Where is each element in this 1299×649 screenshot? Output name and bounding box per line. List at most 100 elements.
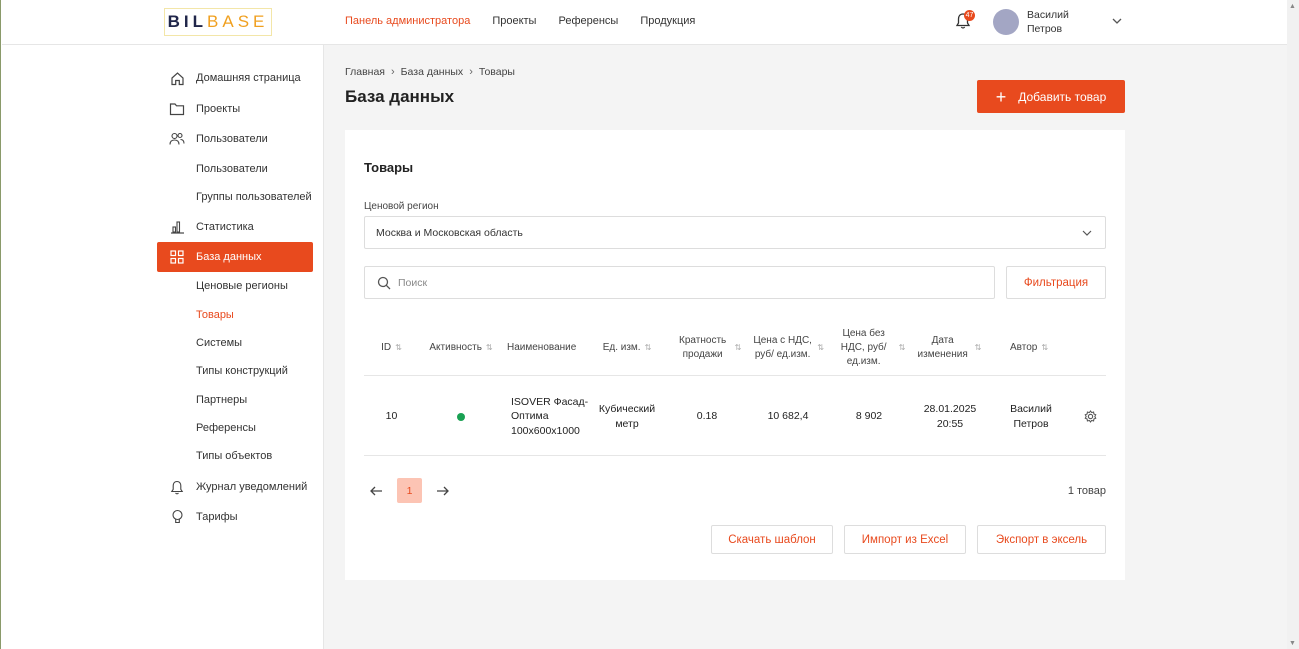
logo[interactable]: BIL BASE bbox=[164, 8, 272, 36]
sidebar-item-label: Типы конструкций bbox=[196, 365, 288, 377]
column-header-author[interactable]: Автор ⇅ bbox=[994, 320, 1064, 376]
bell-icon bbox=[169, 479, 185, 495]
logo-part1: BIL bbox=[167, 12, 208, 31]
region-value: Москва и Московская область bbox=[376, 226, 523, 239]
cell-price-no-vat: 8 902 bbox=[855, 410, 883, 423]
sidebar-item-tariffs[interactable]: Тарифы bbox=[157, 503, 313, 531]
column-header-activity[interactable]: Активность ⇅ bbox=[422, 320, 500, 376]
sort-icon: ⇅ bbox=[898, 343, 906, 352]
region-select[interactable]: Москва и Московская область bbox=[364, 216, 1106, 249]
sidebar-item-notification-log[interactable]: Журнал уведомлений bbox=[157, 473, 313, 501]
filter-button[interactable]: Фильтрация bbox=[1006, 266, 1106, 299]
sidebar-item-database[interactable]: База данных bbox=[157, 242, 313, 272]
column-header-id[interactable]: ID ⇅ bbox=[364, 320, 419, 376]
cell-name: ISOVER Фасад-Оптима 100x600x1000 bbox=[511, 395, 589, 437]
sidebar-item-label: Тарифы bbox=[196, 511, 238, 523]
sidebar-subitem-user-groups[interactable]: Группы пользователей bbox=[157, 183, 313, 211]
sidebar-item-label: Товары bbox=[196, 309, 234, 321]
sidebar: Домашняя страница Проекты Пользователи П… bbox=[2, 45, 324, 649]
download-template-button[interactable]: Скачать шаблон bbox=[711, 525, 833, 554]
import-excel-button[interactable]: Импорт из Excel bbox=[844, 525, 966, 554]
sidebar-subitem-construction-types[interactable]: Типы конструкций bbox=[157, 357, 313, 385]
items-count: 1 товар bbox=[1067, 485, 1106, 497]
nav-projects[interactable]: Проекты bbox=[492, 15, 536, 27]
column-label: Автор bbox=[1009, 342, 1038, 353]
arrow-right-icon bbox=[437, 486, 449, 495]
chevron-right-icon: › bbox=[469, 66, 473, 78]
nav-products[interactable]: Продукция bbox=[640, 15, 695, 27]
sidebar-subitem-object-types[interactable]: Типы объектов bbox=[157, 442, 313, 470]
app-window: BIL BASE Панель администратора Проекты Ре… bbox=[0, 0, 1288, 649]
column-header-multiplicity[interactable]: Кратность продажи ⇅ bbox=[672, 320, 744, 376]
sort-icon: ⇅ bbox=[1041, 343, 1049, 352]
table-header: ID ⇅ Активность ⇅ Наименование Ед. изм. ⇅ К… bbox=[364, 320, 1106, 376]
column-label: Цена без НДС, руб/ ед.изм. bbox=[840, 328, 887, 367]
add-product-button[interactable]: + Добавить товар bbox=[977, 80, 1125, 113]
sidebar-subitem-price-regions[interactable]: Ценовые регионы bbox=[157, 272, 313, 300]
column-label: Дата изменения bbox=[917, 335, 968, 360]
user-first-name: Василий bbox=[1027, 9, 1069, 21]
search-icon bbox=[377, 276, 391, 289]
column-label: Цена с НДС, руб/ ед.изм. bbox=[753, 335, 812, 360]
vertical-scrollbar[interactable]: ▲ ▼ bbox=[1287, 0, 1299, 649]
search-input[interactable]: Поиск bbox=[364, 266, 995, 299]
row-settings-button[interactable] bbox=[1074, 377, 1106, 456]
prev-page-button[interactable] bbox=[364, 479, 388, 503]
column-label: Кратность продажи bbox=[679, 335, 727, 360]
table-row[interactable]: 10 ISOVER Фасад-Оптима 100x600x1000 Куби… bbox=[364, 377, 1106, 456]
page-title: База данных bbox=[345, 87, 455, 106]
top-bar: BIL BASE Панель администратора Проекты Ре… bbox=[2, 0, 1288, 45]
lightbulb-icon bbox=[169, 509, 185, 525]
nav-admin-panel[interactable]: Панель администратора bbox=[345, 15, 470, 27]
breadcrumb-products: Товары bbox=[478, 66, 515, 78]
sidebar-item-label: Статистика bbox=[196, 221, 254, 233]
avatar[interactable] bbox=[993, 9, 1019, 35]
sidebar-item-projects[interactable]: Проекты bbox=[157, 95, 313, 123]
cell-activity bbox=[422, 377, 500, 456]
cell-multiplicity: 0.18 bbox=[696, 410, 718, 423]
sidebar-item-label: Системы bbox=[196, 337, 243, 349]
scroll-down-icon[interactable]: ▼ bbox=[1289, 640, 1296, 647]
sidebar-item-statistics[interactable]: Статистика bbox=[157, 213, 313, 241]
logo-part2: BASE bbox=[207, 12, 269, 31]
export-excel-button[interactable]: Экспорт в эксель bbox=[977, 525, 1106, 554]
column-header-price-vat[interactable]: Цена с НДС, руб/ ед.изм. ⇅ bbox=[752, 320, 824, 376]
breadcrumb-database[interactable]: База данных bbox=[401, 66, 464, 78]
column-header-unit[interactable]: Ед. изм. ⇅ bbox=[592, 320, 662, 376]
sidebar-subitem-references[interactable]: Референсы bbox=[157, 414, 313, 442]
cell-unit: Кубический метр bbox=[598, 403, 656, 430]
sort-icon: ⇅ bbox=[395, 343, 402, 352]
sidebar-subitem-users[interactable]: Пользователи bbox=[157, 155, 313, 183]
scroll-up-icon[interactable]: ▲ bbox=[1289, 3, 1296, 10]
sidebar-item-users[interactable]: Пользователи bbox=[157, 125, 313, 153]
column-label: Наименование bbox=[507, 342, 577, 353]
grid-icon bbox=[169, 249, 185, 265]
plus-icon: + bbox=[995, 86, 1007, 107]
sidebar-item-home[interactable]: Домашняя страница bbox=[157, 64, 313, 92]
chevron-down-icon[interactable] bbox=[1110, 14, 1124, 28]
sidebar-subitem-products[interactable]: Товары bbox=[157, 301, 313, 329]
sidebar-subitem-systems[interactable]: Системы bbox=[157, 329, 313, 357]
sidebar-item-label: База данных bbox=[196, 251, 262, 263]
nav-references[interactable]: Референсы bbox=[558, 15, 618, 27]
breadcrumb: Главная › База данных › Товары bbox=[345, 66, 515, 78]
cell-date: 28.01.2025 20:55 bbox=[923, 403, 977, 430]
folder-icon bbox=[169, 101, 185, 117]
main-content: Главная › База данных › Товары База данн… bbox=[324, 45, 1288, 649]
add-product-label: Добавить товар bbox=[1018, 89, 1107, 104]
column-label: ID bbox=[381, 342, 392, 353]
notification-count-badge: 47 bbox=[964, 10, 975, 21]
column-header-date[interactable]: Дата изменения ⇅ bbox=[912, 320, 984, 376]
cell-author: Василий Петров bbox=[1010, 403, 1052, 430]
column-header-name: Наименование bbox=[507, 320, 587, 376]
breadcrumb-home[interactable]: Главная bbox=[345, 66, 385, 78]
chart-icon bbox=[169, 219, 185, 235]
user-last-name: Петров bbox=[1027, 23, 1063, 35]
column-header-price-no-vat[interactable]: Цена без НДС, руб/ ед.изм. ⇅ bbox=[832, 320, 906, 376]
sidebar-subitem-partners[interactable]: Партнеры bbox=[157, 386, 313, 414]
main-nav: Панель администратора Проекты Референсы … bbox=[345, 15, 695, 27]
page-number-button[interactable]: 1 bbox=[397, 478, 422, 503]
column-label: Ед. изм. bbox=[602, 342, 641, 353]
next-page-button[interactable] bbox=[431, 479, 455, 503]
user-name[interactable]: Василий Петров bbox=[1027, 8, 1097, 36]
